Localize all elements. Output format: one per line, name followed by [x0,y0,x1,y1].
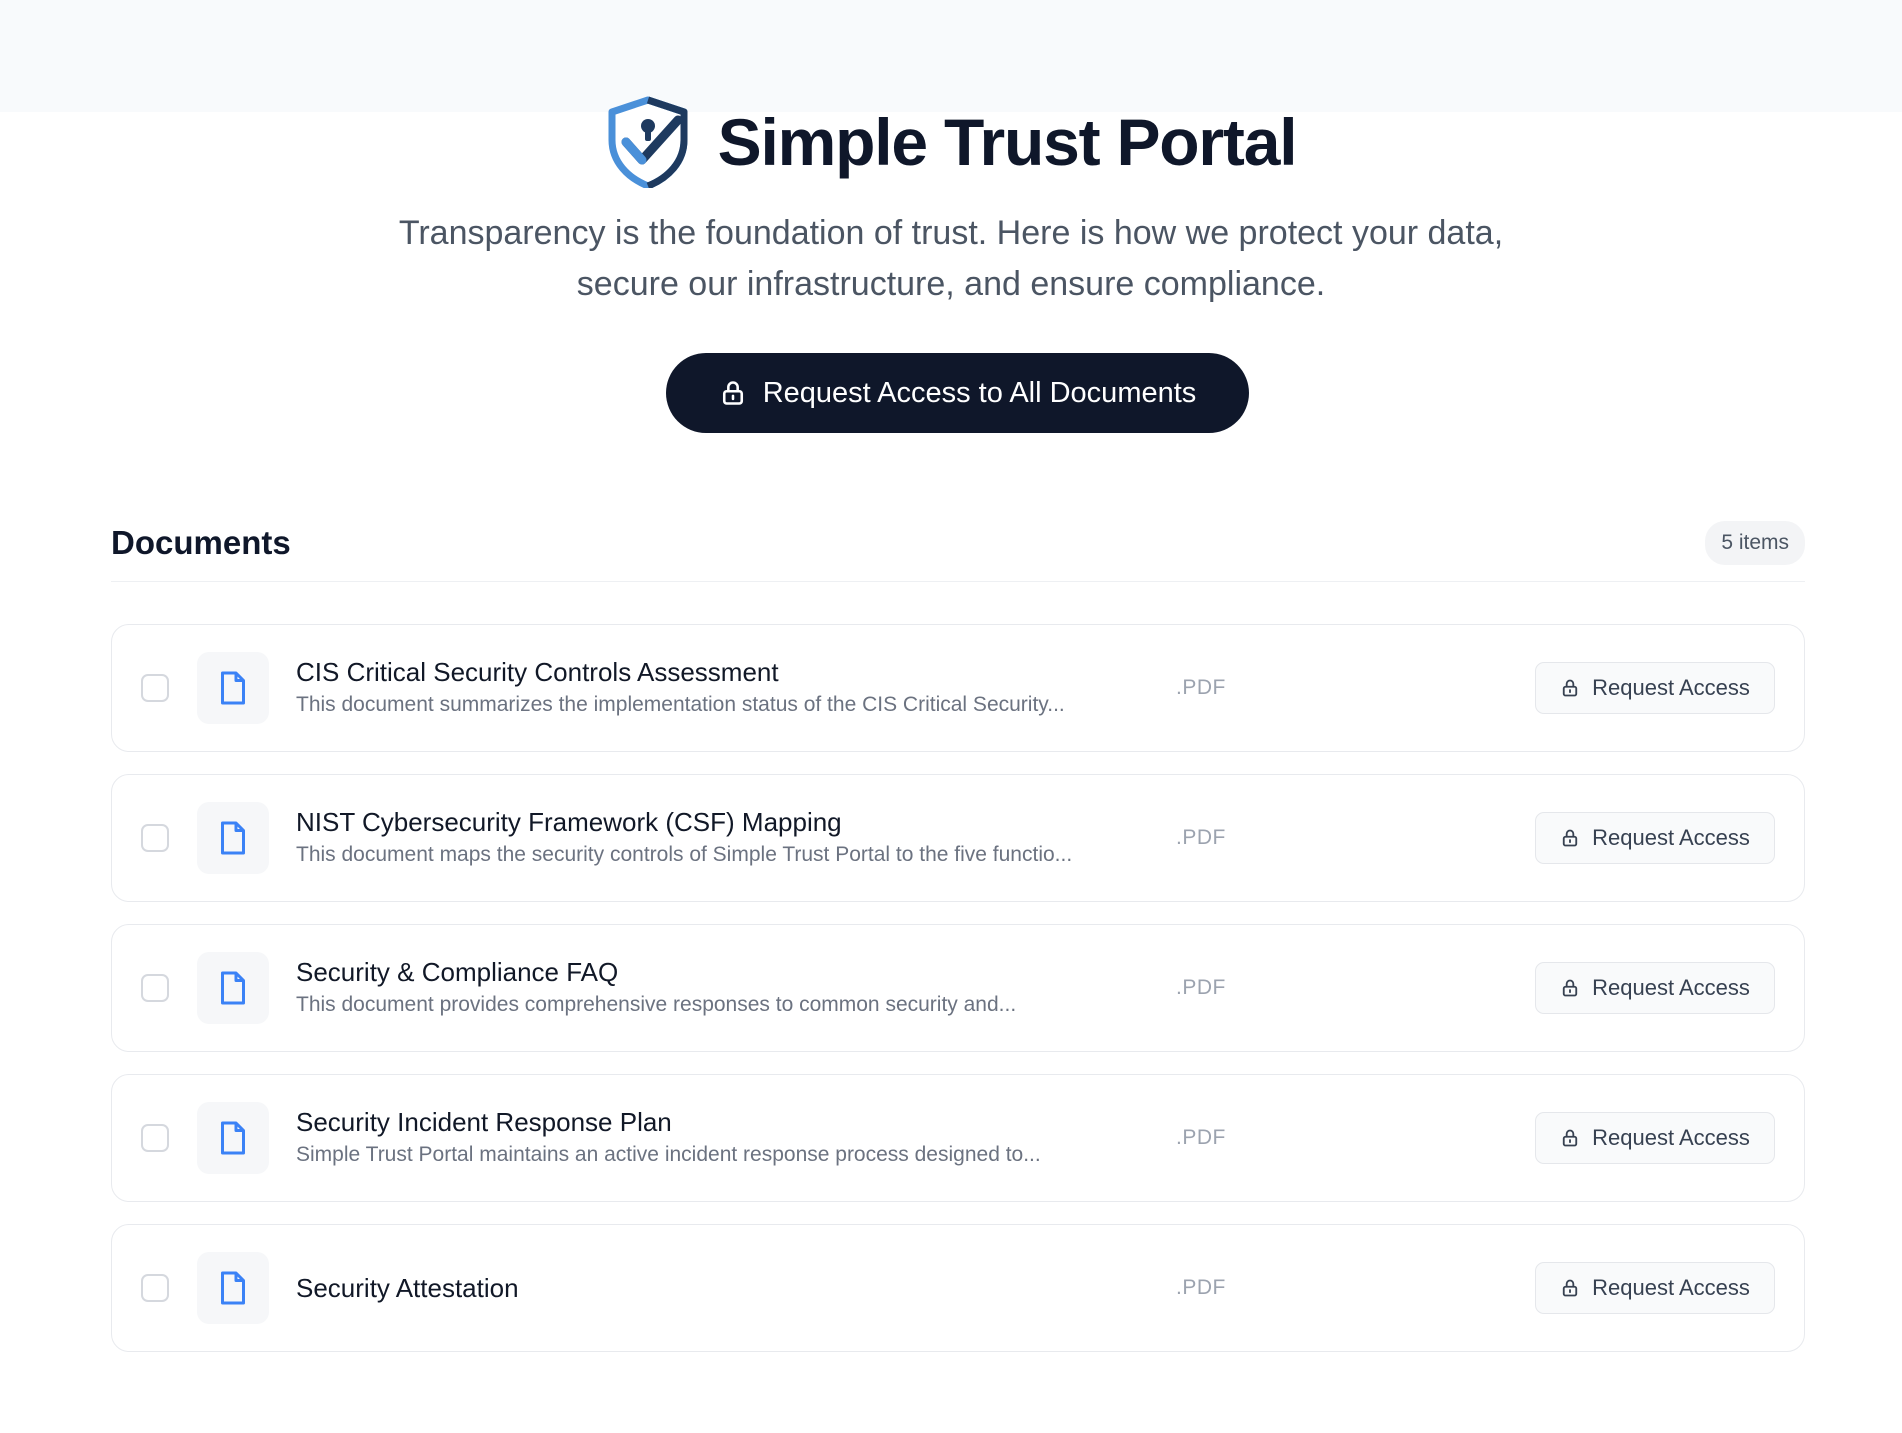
document-text: CIS Critical Security Controls Assessmen… [296,656,1156,720]
document-title: Security Attestation [296,1273,519,1303]
request-access-label: Request Access [1592,675,1750,700]
lock-icon [1562,829,1578,847]
page-subtitle: Transparency is the foundation of trust.… [351,208,1551,310]
document-checkbox[interactable] [141,1274,169,1302]
file-icon [221,671,245,705]
documents-section-header: Documents 5 items [111,518,1805,582]
lock-icon [1562,1129,1578,1147]
document-row: Security Incident Response Plan Simple T… [111,1074,1805,1202]
page-title: Simple Trust Portal [717,105,1298,179]
document-extension: .PDF [1176,676,1226,699]
file-tile [197,1102,269,1174]
file-tile [197,652,269,724]
document-title: Security & Compliance FAQ [296,957,619,987]
document-row: Security Attestation .PDF Request Access [111,1224,1805,1352]
file-tile [197,802,269,874]
file-icon [221,971,245,1005]
document-text: Security Incident Response Plan Simple T… [296,1106,1156,1170]
document-row: NIST Cybersecurity Framework (CSF) Mappi… [111,774,1805,902]
request-access-button[interactable]: Request Access [1535,1262,1775,1314]
document-title: Security Incident Response Plan [296,1107,672,1137]
document-extension: .PDF [1176,976,1226,999]
file-icon [221,1271,245,1305]
request-access-button[interactable]: Request Access [1535,962,1775,1014]
document-description: Simple Trust Portal maintains an active … [296,1143,1041,1166]
document-title: NIST Cybersecurity Framework (CSF) Mappi… [296,807,842,837]
document-row: Security & Compliance FAQ This document … [111,924,1805,1052]
document-extension: .PDF [1176,826,1226,849]
document-row: CIS Critical Security Controls Assessmen… [111,624,1805,752]
request-access-label: Request Access [1592,1275,1750,1300]
document-extension: .PDF [1176,1276,1226,1299]
request-access-label: Request Access [1592,825,1750,850]
document-description: This document provides comprehensive res… [296,993,1017,1016]
document-title: CIS Critical Security Controls Assessmen… [296,657,779,687]
document-extension: .PDF [1176,1126,1226,1149]
document-text: Security & Compliance FAQ This document … [296,956,1156,1020]
request-access-label: Request Access [1592,975,1750,1000]
file-icon [221,821,245,855]
lock-icon [722,381,743,405]
lock-icon [1562,679,1578,697]
request-all-access-button[interactable]: Request Access to All Documents [666,353,1249,433]
document-checkbox[interactable] [141,1124,169,1152]
lock-icon [1562,1279,1578,1297]
file-icon [221,1121,245,1155]
document-text: Security Attestation [296,1272,1156,1304]
document-description: This document summarizes the implementat… [296,693,1065,716]
file-tile [197,1252,269,1324]
request-access-button[interactable]: Request Access [1535,1112,1775,1164]
documents-count-badge: 5 items [1705,520,1805,565]
shield-keyhole-check-icon [608,96,688,188]
request-access-button[interactable]: Request Access [1535,812,1775,864]
document-checkbox[interactable] [141,974,169,1002]
request-access-label: Request Access [1592,1125,1750,1150]
subtitle-line-2: secure our infrastructure, and ensure co… [576,265,1326,303]
lock-icon [1562,979,1578,997]
document-text: NIST Cybersecurity Framework (CSF) Mappi… [296,806,1156,870]
document-checkbox[interactable] [141,824,169,852]
page-header: Simple Trust Portal [0,96,1902,188]
document-checkbox[interactable] [141,674,169,702]
document-description: This document maps the security controls… [296,843,1073,866]
file-tile [197,952,269,1024]
subtitle-line-1: Transparency is the foundation of trust.… [398,214,1504,252]
request-all-access-label: Request Access to All Documents [762,376,1197,409]
request-access-button[interactable]: Request Access [1535,662,1775,714]
documents-section-title: Documents [111,523,291,561]
